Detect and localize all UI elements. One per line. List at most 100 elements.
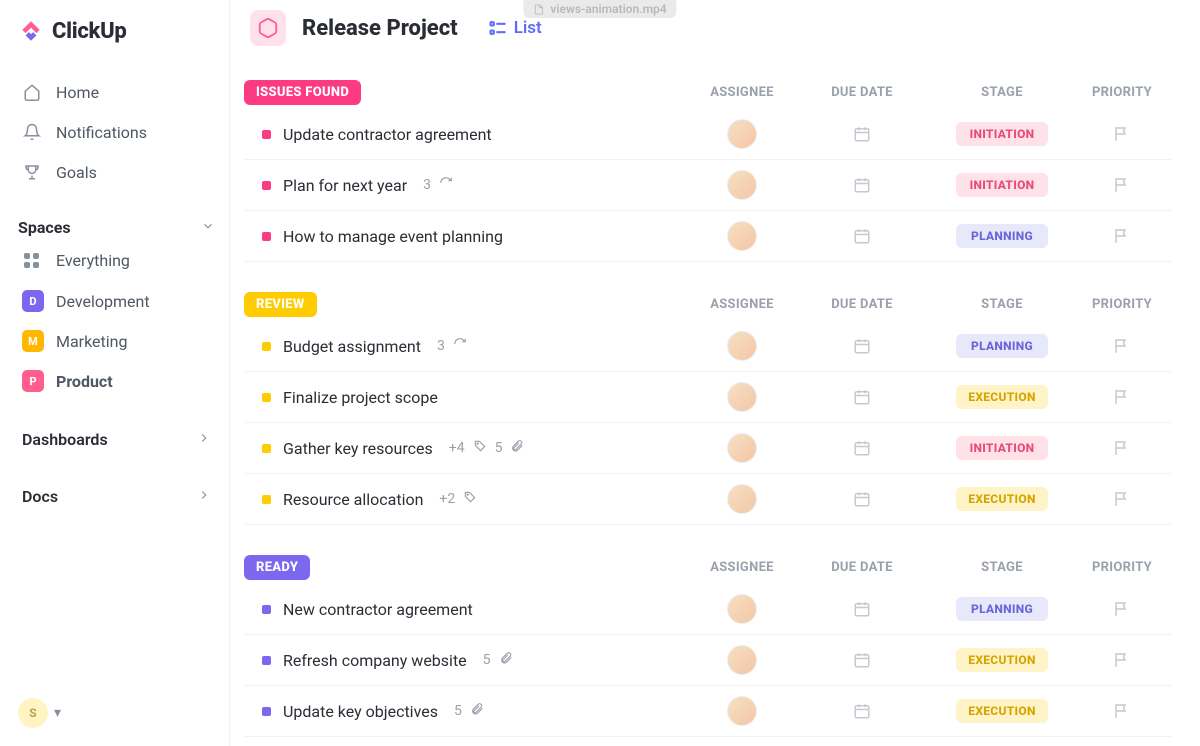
recurring-icon: [439, 176, 453, 194]
due-date-cell[interactable]: [792, 651, 932, 669]
due-date-cell[interactable]: [792, 600, 932, 618]
status-dot: [262, 707, 271, 716]
assignee-avatar[interactable]: [727, 594, 757, 624]
space-marketing[interactable]: M Marketing: [18, 322, 215, 360]
recurring-icon: [453, 337, 467, 355]
col-assignee: ASSIGNEE: [692, 297, 792, 312]
priority-cell[interactable]: [1072, 600, 1172, 618]
space-product[interactable]: P Product: [18, 362, 215, 400]
brand-text: ClickUp: [52, 19, 127, 44]
task-row[interactable]: Plan for next year 3 INITIATION: [244, 160, 1172, 211]
col-assignee: ASSIGNEE: [692, 85, 792, 100]
nav-docs[interactable]: Docs: [18, 477, 215, 516]
task-row[interactable]: Budget assignment 3 PLANNING: [244, 321, 1172, 372]
col-priority: PRIORITY: [1072, 560, 1172, 575]
space-development[interactable]: D Development: [18, 282, 215, 320]
due-date-cell[interactable]: [792, 176, 932, 194]
task-row[interactable]: How to manage event planning PLANNING: [244, 211, 1172, 262]
file-tab-label: views-animation.mp4: [550, 2, 666, 16]
priority-cell[interactable]: [1072, 125, 1172, 143]
task-row[interactable]: Update contractor agreement INITIATION: [244, 109, 1172, 160]
space-everything[interactable]: Everything: [18, 243, 215, 278]
stage-pill[interactable]: EXECUTION: [956, 648, 1048, 672]
assignee-avatar[interactable]: [727, 382, 757, 412]
stage-pill[interactable]: INITIATION: [956, 436, 1048, 460]
priority-cell[interactable]: [1072, 702, 1172, 720]
status-dot: [262, 232, 271, 241]
due-date-cell[interactable]: [792, 227, 932, 245]
subtask-count: 3: [437, 338, 445, 354]
list-icon: [488, 18, 508, 38]
due-date-cell[interactable]: [792, 125, 932, 143]
group-issues-found: ISSUES FOUND ASSIGNEE DUE DATE STAGE PRI…: [244, 80, 1172, 262]
nav-dashboards[interactable]: Dashboards: [18, 420, 215, 459]
task-name: Update key objectives: [283, 702, 438, 721]
status-dot: [262, 393, 271, 402]
task-row[interactable]: Refresh company website 5 EXECUTION: [244, 635, 1172, 686]
main: Release Project List ISSUES FOUND ASSIGN…: [230, 0, 1200, 746]
status-dot: [262, 342, 271, 351]
task-row[interactable]: Finalize project scope EXECUTION: [244, 372, 1172, 423]
priority-cell[interactable]: [1072, 388, 1172, 406]
chevron-right-icon: [197, 488, 211, 506]
due-date-cell[interactable]: [792, 337, 932, 355]
assignee-avatar[interactable]: [727, 484, 757, 514]
stage-pill[interactable]: PLANNING: [956, 334, 1048, 358]
tag-icon: [463, 490, 477, 508]
home-icon: [22, 82, 42, 102]
nav-label: Home: [56, 83, 99, 102]
task-name: Gather key resources: [283, 439, 433, 458]
stage-pill[interactable]: INITIATION: [956, 173, 1048, 197]
assignee-avatar[interactable]: [727, 221, 757, 251]
header: Release Project List: [230, 0, 1200, 56]
assignee-avatar[interactable]: [727, 696, 757, 726]
priority-cell[interactable]: [1072, 651, 1172, 669]
status-dot: [262, 495, 271, 504]
due-date-cell[interactable]: [792, 439, 932, 457]
priority-cell[interactable]: [1072, 176, 1172, 194]
group-review: REVIEW ASSIGNEE DUE DATE STAGE PRIORITY …: [244, 292, 1172, 525]
status-pill[interactable]: ISSUES FOUND: [244, 80, 361, 105]
nav-label: Notifications: [56, 123, 147, 142]
assignee-avatar[interactable]: [727, 119, 757, 149]
task-row[interactable]: New contractor agreement PLANNING: [244, 584, 1172, 635]
sidebar: ClickUp Home Notifications Goals Spaces: [0, 0, 230, 746]
dashboards-label: Dashboards: [22, 430, 108, 449]
priority-cell[interactable]: [1072, 337, 1172, 355]
due-date-cell[interactable]: [792, 490, 932, 508]
due-date-cell[interactable]: [792, 702, 932, 720]
spaces-header-label: Spaces: [18, 218, 71, 237]
stage-pill[interactable]: EXECUTION: [956, 699, 1048, 723]
priority-cell[interactable]: [1072, 439, 1172, 457]
logo[interactable]: ClickUp: [18, 18, 215, 44]
task-name: Refresh company website: [283, 651, 467, 670]
priority-cell[interactable]: [1072, 490, 1172, 508]
assignee-avatar[interactable]: [727, 331, 757, 361]
view-selector[interactable]: List: [488, 18, 542, 38]
task-row[interactable]: Gather key resources +45 INITIATION: [244, 423, 1172, 474]
file-icon: [533, 4, 544, 15]
status-pill[interactable]: READY: [244, 555, 310, 580]
stage-pill[interactable]: PLANNING: [956, 224, 1048, 248]
spaces-header[interactable]: Spaces: [18, 218, 215, 237]
nav-notifications[interactable]: Notifications: [18, 114, 215, 150]
assignee-avatar[interactable]: [727, 645, 757, 675]
assignee-avatar[interactable]: [727, 170, 757, 200]
task-name: Budget assignment: [283, 337, 421, 356]
task-row[interactable]: Resource allocation +2 EXECUTION: [244, 474, 1172, 525]
nav-home[interactable]: Home: [18, 74, 215, 110]
stage-pill[interactable]: INITIATION: [956, 122, 1048, 146]
col-priority: PRIORITY: [1072, 85, 1172, 100]
space-badge: M: [22, 330, 44, 352]
stage-pill[interactable]: PLANNING: [956, 597, 1048, 621]
stage-pill[interactable]: EXECUTION: [956, 385, 1048, 409]
task-row[interactable]: Update key objectives 5 EXECUTION: [244, 686, 1172, 737]
user-menu[interactable]: S ▾: [18, 698, 61, 728]
priority-cell[interactable]: [1072, 227, 1172, 245]
due-date-cell[interactable]: [792, 388, 932, 406]
stage-pill[interactable]: EXECUTION: [956, 487, 1048, 511]
assignee-avatar[interactable]: [727, 433, 757, 463]
nav-goals[interactable]: Goals: [18, 154, 215, 190]
status-pill[interactable]: REVIEW: [244, 292, 317, 317]
attachment-count: 5: [483, 652, 491, 668]
